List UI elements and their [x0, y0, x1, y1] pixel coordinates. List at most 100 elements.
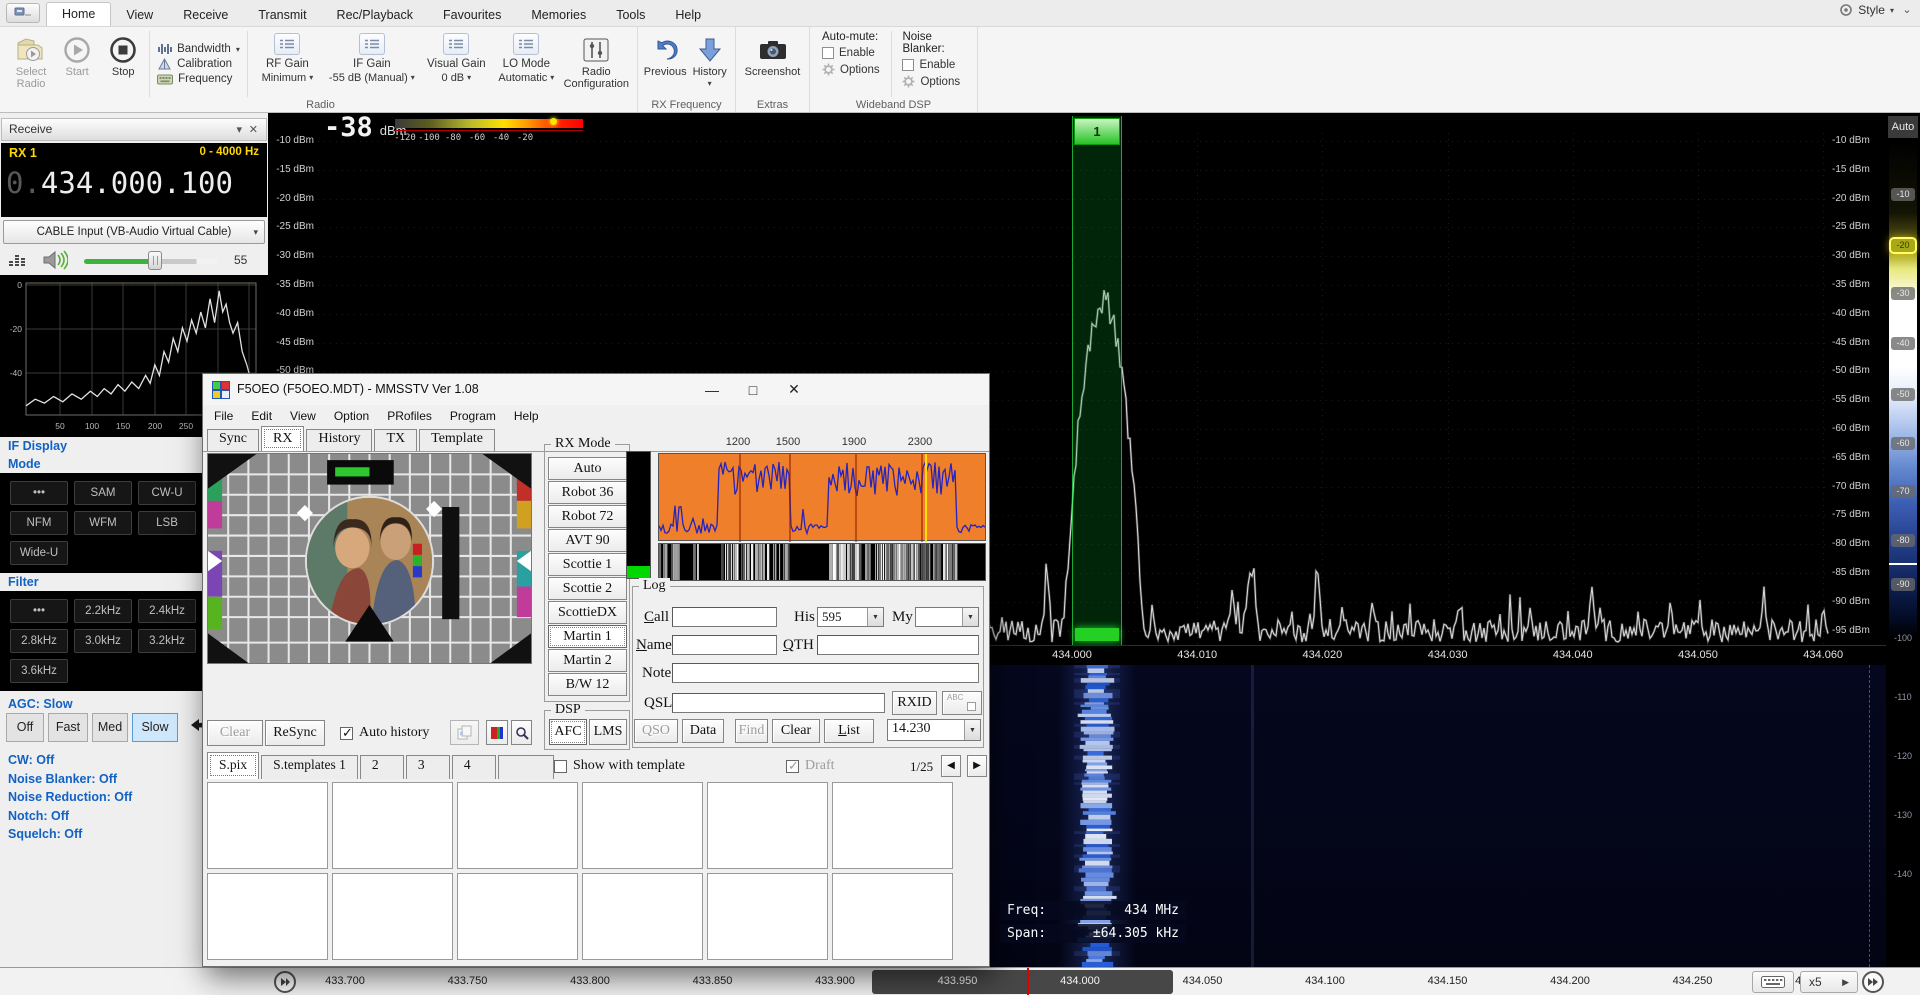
stock-picture-cell[interactable] — [707, 873, 828, 960]
status-cw[interactable]: CW: Off — [8, 753, 54, 767]
clear-image-button[interactable]: Clear — [207, 720, 263, 746]
show-with-template-checkbox[interactable]: Show with template — [554, 758, 685, 774]
close-button[interactable]: ✕ — [781, 381, 807, 398]
rx-mode-avt-90[interactable]: AVT 90 — [548, 529, 627, 552]
filter-button-2-2khz[interactable]: 2.2kHz — [74, 599, 132, 623]
select-radio-button[interactable]: Select Radio — [8, 29, 54, 99]
previous-button[interactable]: Previous — [642, 29, 688, 99]
filter-button-3-6khz[interactable]: 3.6kHz — [10, 659, 68, 683]
bottom-tab-4[interactable]: 4 — [452, 755, 496, 779]
bottom-tab-s-pix[interactable]: S.pix — [207, 752, 259, 779]
mode-button-cw-u[interactable]: CW-U — [138, 481, 196, 505]
dsp-afc[interactable]: AFC — [549, 719, 587, 745]
minimize-button[interactable]: — — [699, 382, 725, 398]
log-button-list[interactable]: List — [824, 719, 874, 743]
name-input[interactable] — [672, 635, 777, 655]
stock-picture-cell[interactable] — [832, 782, 953, 869]
if-display-label[interactable]: IF Display — [8, 439, 67, 453]
rx-mode-b-w-12[interactable]: B/W 12 — [548, 673, 627, 696]
draft-checkbox[interactable]: Draft — [786, 758, 835, 774]
copy-image-button[interactable] — [450, 720, 479, 745]
rx-mode-martin-1[interactable]: Martin 1 — [548, 625, 627, 648]
rx-mode-robot-72[interactable]: Robot 72 — [548, 505, 627, 528]
band-label-433-900[interactable]: 433.900 — [805, 975, 865, 987]
abc-lock-button[interactable]: ABC — [942, 691, 982, 715]
filter-button-item[interactable]: ••• — [10, 599, 68, 623]
mode-button-lsb[interactable]: LSB — [138, 511, 196, 535]
sstv-tab-history[interactable]: History — [306, 429, 372, 451]
note-input[interactable] — [672, 663, 979, 683]
agc-section-label[interactable]: AGC: Slow — [8, 697, 73, 711]
agc-button-off[interactable]: Off — [6, 713, 44, 742]
range-chip-80[interactable]: -80 — [1891, 534, 1915, 547]
menu-option[interactable]: Option — [325, 405, 378, 427]
mode-button-wide-u[interactable]: Wide-U — [10, 541, 68, 565]
start-button[interactable]: Start — [54, 29, 100, 99]
band-label-434-250[interactable]: 434.250 — [1663, 975, 1723, 987]
auto-mute-enable-checkbox[interactable]: Enable — [822, 47, 880, 59]
amplitude-range-strip[interactable]: Auto -10-20-30-40-50-60-70-80-90 -100-11… — [1886, 113, 1920, 967]
pane-close-icon[interactable]: ✕ — [249, 119, 258, 141]
band-label-433-950[interactable]: 433.950 — [928, 975, 988, 987]
volume-slider-thumb[interactable] — [148, 251, 162, 270]
ribbon-tab-transmit[interactable]: Transmit — [243, 3, 321, 26]
stock-picture-cell[interactable] — [207, 782, 328, 869]
resync-button[interactable]: ReSync — [265, 720, 325, 746]
auto-history-checkbox[interactable]: Auto history — [340, 725, 429, 741]
keyboard-entry-button[interactable] — [1752, 971, 1794, 993]
auto-mute-options-button[interactable]: Options — [822, 63, 880, 76]
bandwidth-button[interactable]: Bandwidth▾ — [157, 43, 240, 55]
range-chip-90[interactable]: -90 — [1891, 578, 1915, 591]
rx-mode-scottie-2[interactable]: Scottie 2 — [548, 577, 627, 600]
status-noise-blanker[interactable]: Noise Blanker: Off — [8, 772, 117, 786]
noise-blanker-enable-checkbox[interactable]: Enable — [902, 59, 965, 71]
band-label-434-200[interactable]: 434.200 — [1540, 975, 1600, 987]
rx-mode-scottie-1[interactable]: Scottie 1 — [548, 553, 627, 576]
menu-view[interactable]: View — [281, 405, 325, 427]
ribbon-tab-memories[interactable]: Memories — [516, 3, 601, 26]
ribbon-tab-home[interactable]: Home — [46, 2, 111, 26]
rf-gain-button[interactable]: RF Gain Minimum▾ — [251, 29, 324, 99]
menu-profiles[interactable]: PRofiles — [378, 405, 441, 427]
stock-picture-cell[interactable] — [332, 782, 453, 869]
ribbon-tab-help[interactable]: Help — [660, 3, 716, 26]
receive-pane-header[interactable]: Receive ▾ ✕ — [1, 118, 267, 141]
status-squelch[interactable]: Squelch: Off — [8, 827, 82, 841]
bottom-tab-2[interactable]: 2 — [360, 755, 404, 779]
range-chip-40[interactable]: -40 — [1891, 337, 1915, 350]
noise-blanker-options-button[interactable]: Options — [902, 75, 965, 88]
band-label-434-100[interactable]: 434.100 — [1295, 975, 1355, 987]
rx-mode-scottiedx[interactable]: ScottieDX — [548, 601, 627, 624]
band-label-433-750[interactable]: 433.750 — [438, 975, 498, 987]
lo-mode-button[interactable]: LO Mode Automatic▾ — [493, 29, 560, 99]
his-rst-combo[interactable]: 595▼ — [817, 607, 884, 627]
auto-range-button[interactable]: Auto — [1888, 116, 1918, 138]
maximize-button[interactable]: □ — [740, 382, 766, 398]
range-chip-10[interactable]: -10 — [1891, 188, 1915, 201]
mode-button-item[interactable]: ••• — [10, 481, 68, 505]
log-button-data[interactable]: Data — [682, 719, 724, 743]
stock-picture-cell[interactable] — [207, 873, 328, 960]
ribbon-tab-tools[interactable]: Tools — [601, 3, 660, 26]
log-button-clear[interactable]: Clear — [772, 719, 820, 743]
stock-picture-cell[interactable] — [582, 873, 703, 960]
status-noise-reduction[interactable]: Noise Reduction: Off — [8, 790, 132, 804]
band-label-433-850[interactable]: 433.850 — [683, 975, 743, 987]
zoom-level-button[interactable]: x5 ▶ — [1800, 971, 1858, 993]
prev-page-button[interactable]: ◀ — [941, 755, 961, 777]
rx-passband-overlay[interactable] — [1072, 116, 1122, 645]
rx-mode-martin-2[interactable]: Martin 2 — [548, 649, 627, 672]
log-button-find[interactable]: Find — [735, 719, 768, 743]
sstv-audio-spectrum[interactable] — [658, 453, 986, 541]
qth-input[interactable] — [817, 635, 979, 655]
history-button[interactable]: History ▾ — [688, 29, 731, 99]
sstv-tab-tx[interactable]: TX — [374, 429, 417, 451]
sstv-tab-sync[interactable]: Sync — [207, 429, 259, 451]
screenshot-button[interactable]: Screenshot — [741, 29, 805, 99]
band-label-434-050[interactable]: 434.050 — [1173, 975, 1233, 987]
speaker-icon[interactable] — [42, 250, 68, 270]
log-button-qso[interactable]: QSO — [634, 719, 678, 743]
mode-section-label[interactable]: Mode — [8, 457, 41, 471]
stock-picture-cell[interactable] — [832, 873, 953, 960]
band-label-434-150[interactable]: 434.150 — [1418, 975, 1478, 987]
